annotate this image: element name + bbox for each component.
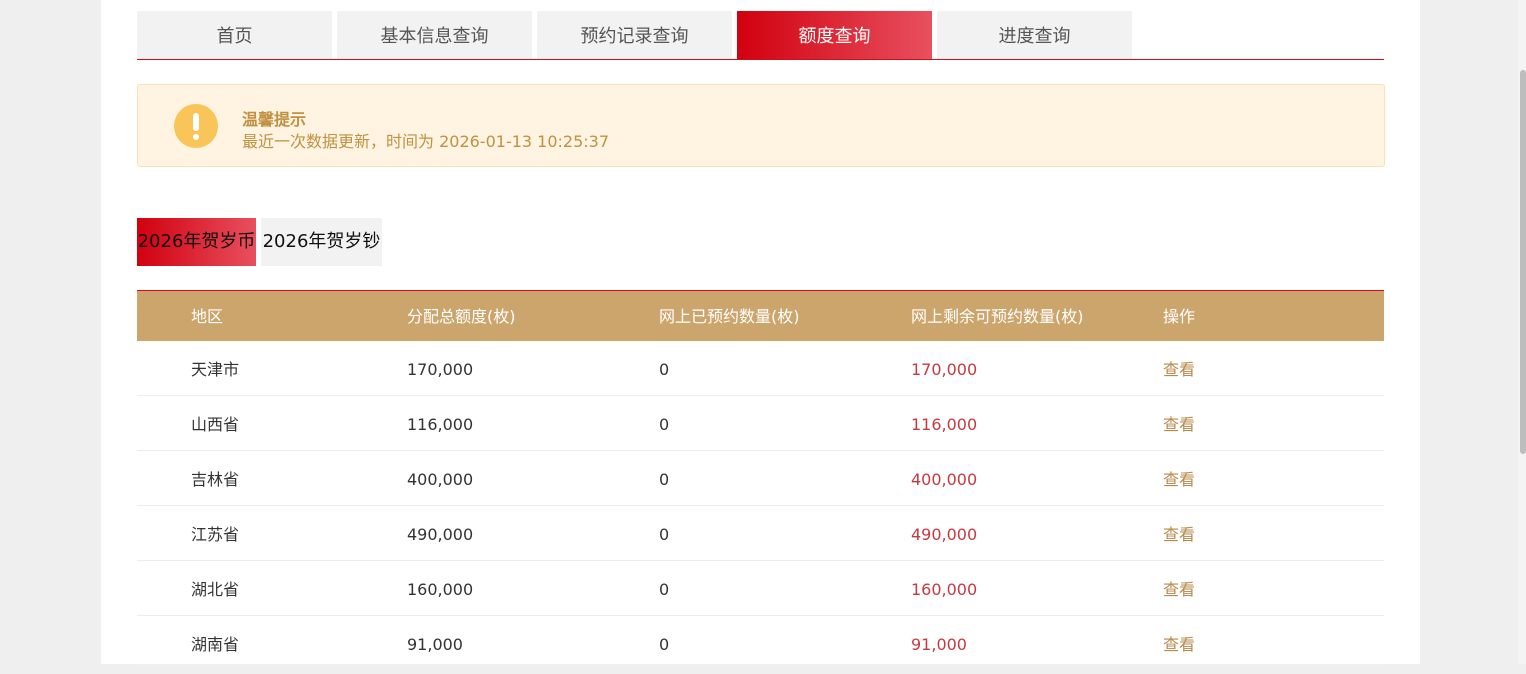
tab-home[interactable]: 首页: [137, 11, 332, 59]
tab-quota[interactable]: 额度查询: [737, 11, 932, 59]
scrollbar[interactable]: [1518, 0, 1526, 664]
cell-reserved: 0: [659, 525, 670, 544]
cell-reserved: 0: [659, 635, 670, 654]
view-link[interactable]: 查看: [1163, 396, 1195, 454]
cell-remaining: 160,000: [911, 580, 978, 599]
cell-region: 天津市: [191, 360, 240, 379]
table-row: 江苏省 490,000 0 490,000 查看: [137, 506, 1384, 561]
notice-banner: 温馨提示 最近一次数据更新，时间为 2026-01-13 10:25:37: [137, 84, 1385, 167]
cell-remaining: 91,000: [911, 635, 967, 654]
header-action: 操作: [1163, 307, 1196, 326]
cell-total: 116,000: [407, 415, 474, 434]
cell-reserved: 0: [659, 580, 670, 599]
view-link[interactable]: 查看: [1163, 616, 1195, 674]
header-total: 分配总额度(枚): [407, 307, 516, 326]
subtab-banknote[interactable]: 2026年贺岁钞: [261, 218, 382, 266]
header-region: 地区: [191, 307, 224, 326]
cell-total: 160,000: [407, 580, 474, 599]
page-container: 首页 基本信息查询 预约记录查询 额度查询 进度查询 温馨提示 最近一次数据更新…: [101, 0, 1420, 671]
table-row: 湖北省 160,000 0 160,000 查看: [137, 561, 1384, 616]
notice-message: 最近一次数据更新，时间为 2026-01-13 10:25:37: [242, 132, 610, 151]
cell-region: 湖南省: [191, 635, 240, 654]
scrollbar-thumb[interactable]: [1520, 70, 1526, 454]
notice-title: 温馨提示: [242, 110, 307, 129]
header-reserved: 网上已预约数量(枚): [659, 307, 800, 326]
table-row: 天津市 170,000 0 170,000 查看: [137, 341, 1384, 396]
cell-remaining: 490,000: [911, 525, 978, 544]
table-row: 湖南省 91,000 0 91,000 查看: [137, 616, 1384, 671]
cell-reserved: 0: [659, 360, 670, 379]
header-remaining: 网上剩余可预约数量(枚): [911, 307, 1084, 326]
cell-reserved: 0: [659, 415, 670, 434]
tab-reservation-records[interactable]: 预约记录查询: [537, 11, 732, 59]
cell-remaining: 170,000: [911, 360, 978, 379]
table-row: 吉林省 400,000 0 400,000 查看: [137, 451, 1384, 506]
view-link[interactable]: 查看: [1163, 451, 1195, 509]
cell-total: 400,000: [407, 470, 474, 489]
cell-remaining: 116,000: [911, 415, 978, 434]
table-row: 山西省 116,000 0 116,000 查看: [137, 396, 1384, 451]
tab-progress[interactable]: 进度查询: [937, 11, 1132, 59]
tab-basic-info[interactable]: 基本信息查询: [337, 11, 532, 59]
cell-region: 江苏省: [191, 525, 240, 544]
view-link[interactable]: 查看: [1163, 561, 1195, 619]
view-link[interactable]: 查看: [1163, 506, 1195, 564]
main-nav: 首页 基本信息查询 预约记录查询 额度查询 进度查询: [137, 11, 1384, 60]
cell-reserved: 0: [659, 470, 670, 489]
cell-region: 吉林省: [191, 470, 240, 489]
cell-region: 山西省: [191, 415, 240, 434]
subtab-coin[interactable]: 2026年贺岁币: [137, 218, 256, 266]
view-link[interactable]: 查看: [1163, 341, 1195, 399]
cell-region: 湖北省: [191, 580, 240, 599]
cell-total: 490,000: [407, 525, 474, 544]
exclamation-icon: [174, 104, 218, 148]
cell-total: 91,000: [407, 635, 463, 654]
table-header: 地区 分配总额度(枚) 网上已预约数量(枚) 网上剩余可预约数量(枚) 操作: [137, 290, 1384, 341]
cell-remaining: 400,000: [911, 470, 978, 489]
quota-table: 地区 分配总额度(枚) 网上已预约数量(枚) 网上剩余可预约数量(枚) 操作 天…: [137, 290, 1384, 671]
cell-total: 170,000: [407, 360, 474, 379]
